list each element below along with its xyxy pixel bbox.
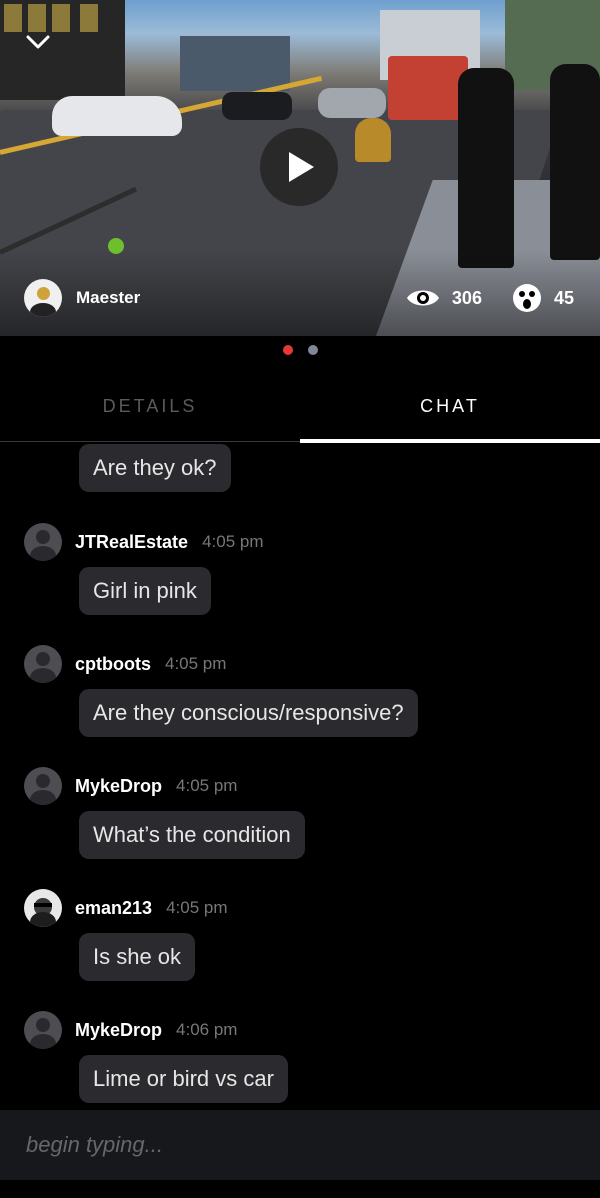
pager-dot-active[interactable] xyxy=(282,345,293,355)
message-username[interactable]: eman213 xyxy=(75,898,152,919)
avatar[interactable] xyxy=(24,889,62,927)
avatar[interactable] xyxy=(24,523,62,561)
message-timestamp: 4:05 pm xyxy=(176,776,238,795)
avatar[interactable] xyxy=(24,645,62,683)
view-count: 306 xyxy=(406,287,482,309)
pager-dot[interactable] xyxy=(307,345,318,355)
avatar[interactable] xyxy=(24,1011,62,1049)
play-button[interactable] xyxy=(260,128,338,206)
video-scene xyxy=(0,0,125,100)
message-timestamp: 4:05 pm xyxy=(202,532,264,551)
chat-input[interactable] xyxy=(26,1132,566,1158)
surprised-face-icon xyxy=(512,284,541,312)
message-timestamp: 4:06 pm xyxy=(176,1020,238,1039)
message-bubble: Girl in pink xyxy=(79,567,211,615)
message-bubble: Is she ok xyxy=(79,933,196,981)
message-timestamp: 4:05 pm xyxy=(165,654,227,673)
message-username[interactable]: JTRealEstate xyxy=(75,532,188,553)
streamer-info[interactable]: Maester xyxy=(24,279,140,317)
video-player[interactable]: Maester 306 45 xyxy=(0,0,600,336)
message-timestamp: 4:05 pm xyxy=(166,898,228,917)
chat-feed[interactable]: Are they ok? JTRealEstate 4:05 pm Girl i… xyxy=(0,443,600,1109)
message-header: MykeDrop 4:06 pm xyxy=(24,1011,237,1049)
carousel-pager xyxy=(0,345,600,355)
tab-details[interactable]: DETAILS xyxy=(0,372,300,441)
message-header: cptboots 4:05 pm xyxy=(24,645,226,683)
message-header: MykeDrop 4:05 pm xyxy=(24,767,237,805)
message-bubble: Are they conscious/responsive? xyxy=(79,689,418,737)
reaction-count[interactable]: 45 xyxy=(512,283,574,313)
video-stats: 306 45 xyxy=(406,283,574,313)
message-bubble: What’s the condition xyxy=(79,811,305,859)
streamer-avatar[interactable] xyxy=(24,279,62,317)
message-header: JTRealEstate 4:05 pm xyxy=(24,523,264,561)
play-icon xyxy=(289,152,314,182)
tab-chat[interactable]: CHAT xyxy=(300,372,600,443)
message-username[interactable]: cptboots xyxy=(75,654,151,675)
message-header: eman213 4:05 pm xyxy=(24,889,228,927)
view-count-value: 306 xyxy=(451,287,482,308)
message-username[interactable]: MykeDrop xyxy=(75,776,162,797)
chevron-down-icon xyxy=(26,35,50,49)
collapse-button[interactable] xyxy=(22,26,54,58)
message-bubble: Lime or bird vs car xyxy=(79,1055,288,1103)
message-username[interactable]: MykeDrop xyxy=(75,1020,162,1041)
tab-bar: DETAILS CHAT xyxy=(0,372,600,443)
reaction-count-value: 45 xyxy=(553,287,574,308)
streamer-name[interactable]: Maester xyxy=(76,288,140,308)
avatar[interactable] xyxy=(24,767,62,805)
message-composer xyxy=(0,1110,600,1180)
eye-icon xyxy=(406,290,439,306)
message-bubble: Are they ok? xyxy=(79,444,231,492)
